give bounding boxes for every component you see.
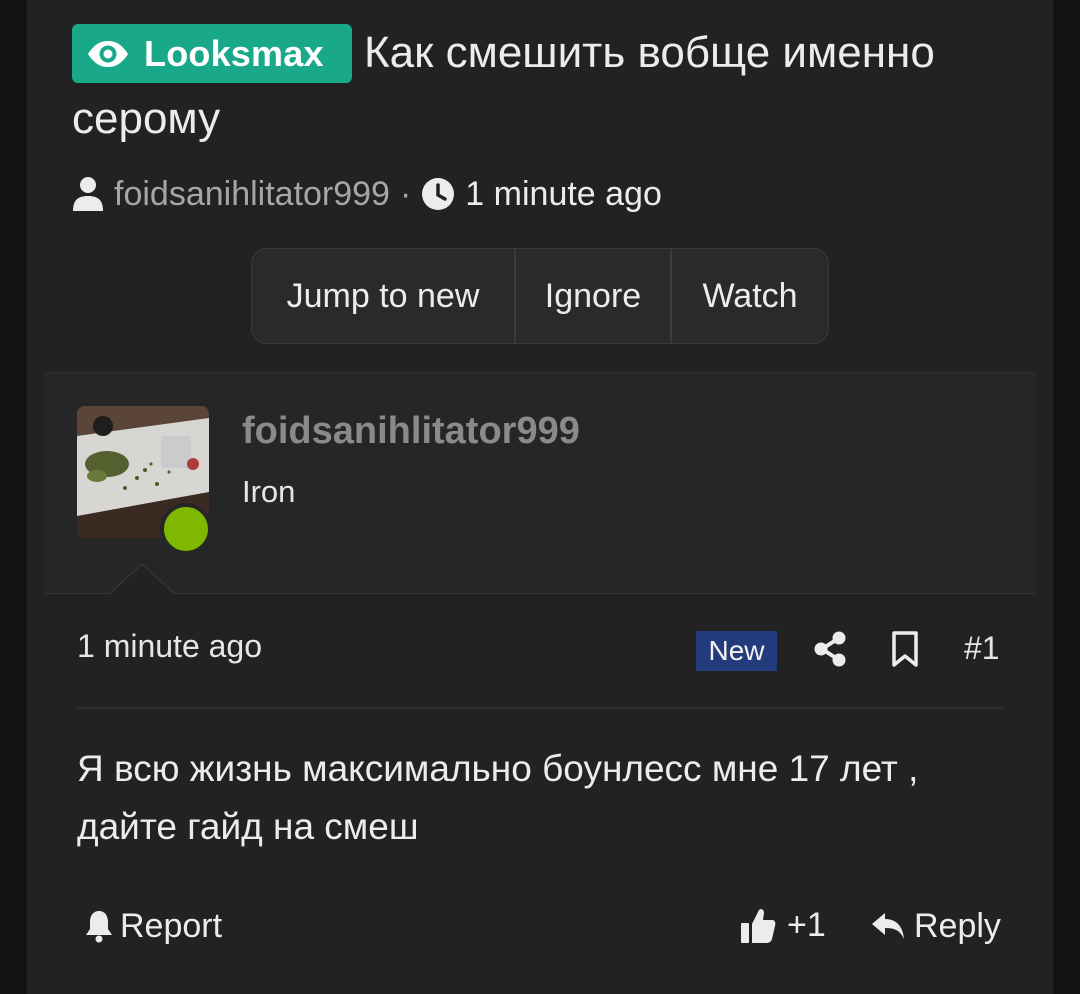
divider [77,707,1003,709]
user-title: Iron [242,474,296,509]
share-icon[interactable] [812,630,848,668]
post-number-link[interactable]: #1 [964,630,1000,667]
reply-button[interactable]: Reply [870,904,1001,948]
new-badge: New [696,631,777,671]
online-status-indicator [160,503,212,555]
message-arrow [107,563,177,596]
thread-meta: foidsanihlitator999 · 1 minute ago [72,172,662,216]
like-button[interactable]: +1 [739,902,826,948]
jump-to-new-button[interactable]: Jump to new [252,249,514,343]
bookmark-icon[interactable] [890,630,920,668]
post-username[interactable]: foidsanihlitator999 [242,410,580,453]
watch-button[interactable]: Watch [670,249,828,343]
reply-label: Reply [914,906,1001,945]
thread-title: Как смешить вобще именно серому [72,28,935,143]
post-time[interactable]: 1 minute ago [77,628,262,665]
thread-time[interactable]: 1 minute ago [465,175,662,214]
user-icon [73,177,103,211]
reply-icon [872,913,904,939]
clock-icon [422,178,455,210]
bell-icon [86,911,112,943]
ignore-button[interactable]: Ignore [514,249,670,343]
report-label: Report [120,906,223,945]
post-body: Я всю жизнь максимально боунлесс мне 17 … [77,748,919,847]
report-button[interactable]: Report [84,904,222,948]
thumbs-up-icon [741,909,776,943]
like-count: +1 [787,905,826,944]
thread-author-link[interactable]: foidsanihlitator999 [114,175,390,214]
meta-separator: · [399,174,412,213]
thread-actions: Jump to new Ignore Watch [251,248,829,344]
